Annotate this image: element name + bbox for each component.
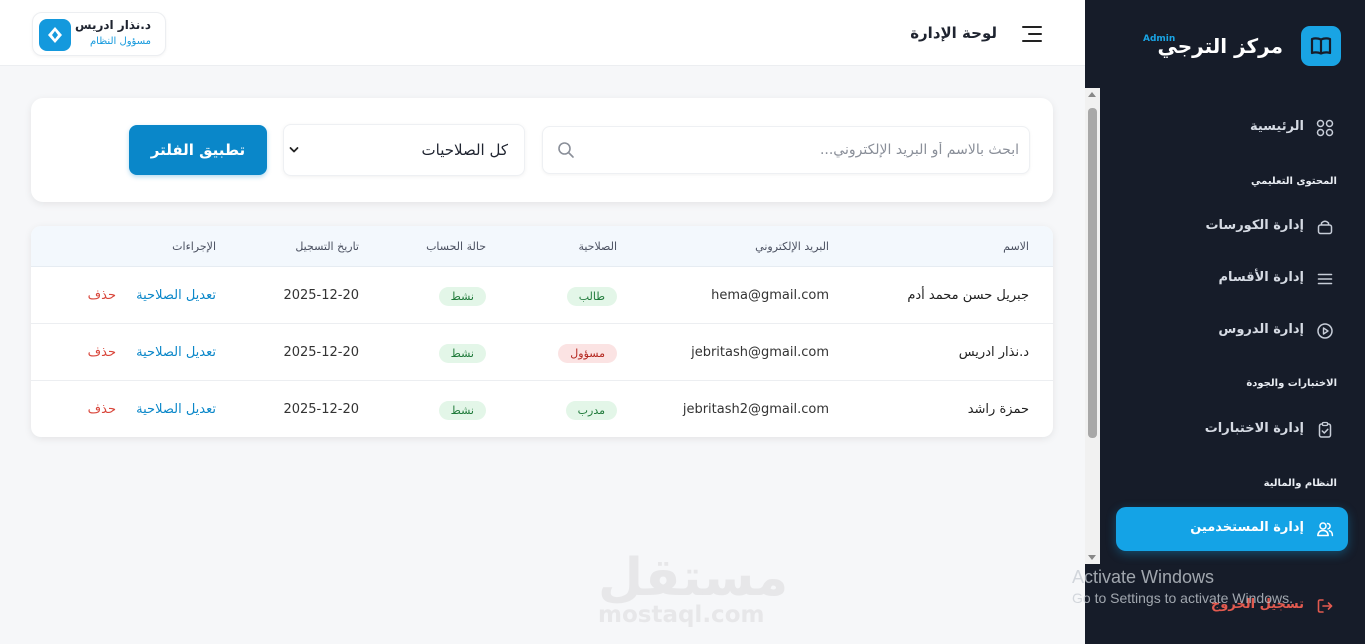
table-header: الاسم البريد الإلكتروني الصلاحية حالة ال… <box>31 226 1053 267</box>
search-icon <box>558 142 574 158</box>
section-title-exams: الاختبارات والجودة <box>1246 378 1337 389</box>
column-header-name: الاسم <box>1003 240 1029 253</box>
scroll-up-arrow-icon[interactable] <box>1088 92 1096 97</box>
scroll-down-arrow-icon[interactable] <box>1088 555 1096 560</box>
delete-user-link[interactable]: حذف <box>88 402 116 417</box>
status-badge: نشط <box>438 287 486 306</box>
column-header-actions: الإجراءات <box>172 240 216 253</box>
edit-role-link[interactable]: تعديل الصلاحية <box>136 402 216 417</box>
table-row: جبريل حسن محمد أدم hema@gmail.com طالب ن… <box>31 267 1053 324</box>
sidebar: مركز الترجي Admin الرئيسية المحتوى التعل… <box>1085 0 1365 644</box>
user-email-cell: jebritash2@gmail.com <box>682 402 829 417</box>
column-header-date: تاريخ التسجيل <box>295 240 359 253</box>
delete-user-link[interactable]: حذف <box>88 288 116 303</box>
user-email-cell: hema@gmail.com <box>711 288 829 303</box>
bag-icon <box>1317 220 1333 235</box>
column-header-email: البريد الإلكتروني <box>755 240 829 253</box>
registration-date-cell: 2025-12-20 <box>283 288 359 303</box>
search-input[interactable] <box>591 127 1019 173</box>
sidebar-item-lessons[interactable]: إدارة الدروس <box>1116 309 1348 353</box>
users-table: الاسم البريد الإلكتروني الصلاحية حالة ال… <box>31 226 1053 437</box>
user-name-cell: جبريل حسن محمد أدم <box>907 288 1029 303</box>
sidebar-item-users[interactable]: إدارة المستخدمين <box>1116 507 1348 551</box>
user-name: د.نذار ادريس <box>74 18 151 32</box>
role-badge: مدرب <box>565 401 617 420</box>
play-circle-icon <box>1317 323 1333 339</box>
sidebar-item-label: إدارة الدروس <box>1218 322 1304 337</box>
windows-activation-subtitle: Go to Settings to activate Windows. <box>1072 590 1293 606</box>
role-filter-value: كل الصلاحيات <box>421 141 508 159</box>
table-row: د.نذار ادريس jebritash@gmail.com مسؤول ن… <box>31 324 1053 381</box>
user-name-cell: د.نذار ادريس <box>958 345 1029 360</box>
clipboard-check-icon <box>1318 421 1332 438</box>
watermark-arabic: مستقل <box>598 548 789 608</box>
status-badge: نشط <box>438 401 486 420</box>
list-icon <box>1317 273 1333 285</box>
status-badge: نشط <box>438 344 486 363</box>
delete-user-link[interactable]: حذف <box>88 345 116 360</box>
section-title-system: النظام والمالية <box>1263 478 1337 489</box>
sidebar-item-label: إدارة المستخدمين <box>1190 520 1304 535</box>
filter-card: كل الصلاحيات تطبيق الفلتر <box>31 98 1053 202</box>
brand-name: مركز الترجي <box>1157 34 1283 58</box>
apply-filter-button[interactable]: تطبيق الفلتر <box>129 125 267 175</box>
search-field <box>542 126 1030 174</box>
sidebar-item-label: إدارة الاختبارات <box>1204 421 1304 436</box>
sidebar-item-courses[interactable]: إدارة الكورسات <box>1116 205 1348 249</box>
chevron-down-icon <box>289 147 299 153</box>
sidebar-item-label: الرئيسية <box>1249 119 1304 134</box>
top-bar: لوحة الإدارة د.نذار ادريس مسؤول النظام <box>0 0 1085 66</box>
edit-role-link[interactable]: تعديل الصلاحية <box>136 288 216 303</box>
sidebar-item-exams[interactable]: إدارة الاختبارات <box>1116 408 1348 452</box>
scrollbar-thumb[interactable] <box>1088 108 1097 438</box>
user-role: مسؤول النظام <box>89 36 151 47</box>
table-row: حمزة راشد jebritash2@gmail.com مدرب نشط … <box>31 381 1053 437</box>
user-profile-chip[interactable]: د.نذار ادريس مسؤول النظام <box>32 12 166 56</box>
user-name-cell: حمزة راشد <box>967 402 1029 417</box>
sidebar-item-departments[interactable]: إدارة الأقسام <box>1116 257 1348 301</box>
sidebar-item-label: إدارة الكورسات <box>1205 218 1304 233</box>
watermark-latin: mostaql.com <box>598 602 765 628</box>
main-scrollbar[interactable] <box>1085 88 1100 564</box>
user-email-cell: jebritash@gmail.com <box>691 345 829 360</box>
sidebar-item-label: إدارة الأقسام <box>1218 270 1304 285</box>
edit-role-link[interactable]: تعديل الصلاحية <box>136 345 216 360</box>
registration-date-cell: 2025-12-20 <box>283 402 359 417</box>
sidebar-item-home[interactable]: الرئيسية <box>1116 106 1348 150</box>
admin-tag: Admin <box>1143 34 1176 44</box>
column-header-status: حالة الحساب <box>426 240 486 253</box>
section-title-content: المحتوى التعليمي <box>1251 176 1337 187</box>
column-header-role: الصلاحية <box>578 240 617 253</box>
menu-icon[interactable] <box>1022 26 1042 42</box>
role-badge: مسؤول <box>558 344 617 363</box>
main-content: لوحة الإدارة د.نذار ادريس مسؤول النظام ك… <box>0 0 1085 644</box>
role-filter-select[interactable]: كل الصلاحيات <box>283 124 525 176</box>
page-title: لوحة الإدارة <box>910 24 997 42</box>
windows-activation-title: Activate Windows <box>1072 567 1215 587</box>
users-icon <box>1317 522 1334 537</box>
grid-icon <box>1316 119 1334 137</box>
book-icon <box>1301 26 1341 66</box>
role-badge: طالب <box>566 287 617 306</box>
registration-date-cell: 2025-12-20 <box>283 345 359 360</box>
windows-activation-notice: Activate Windows Go to Settings to activ… <box>1072 567 1362 606</box>
diamond-icon <box>39 19 71 51</box>
